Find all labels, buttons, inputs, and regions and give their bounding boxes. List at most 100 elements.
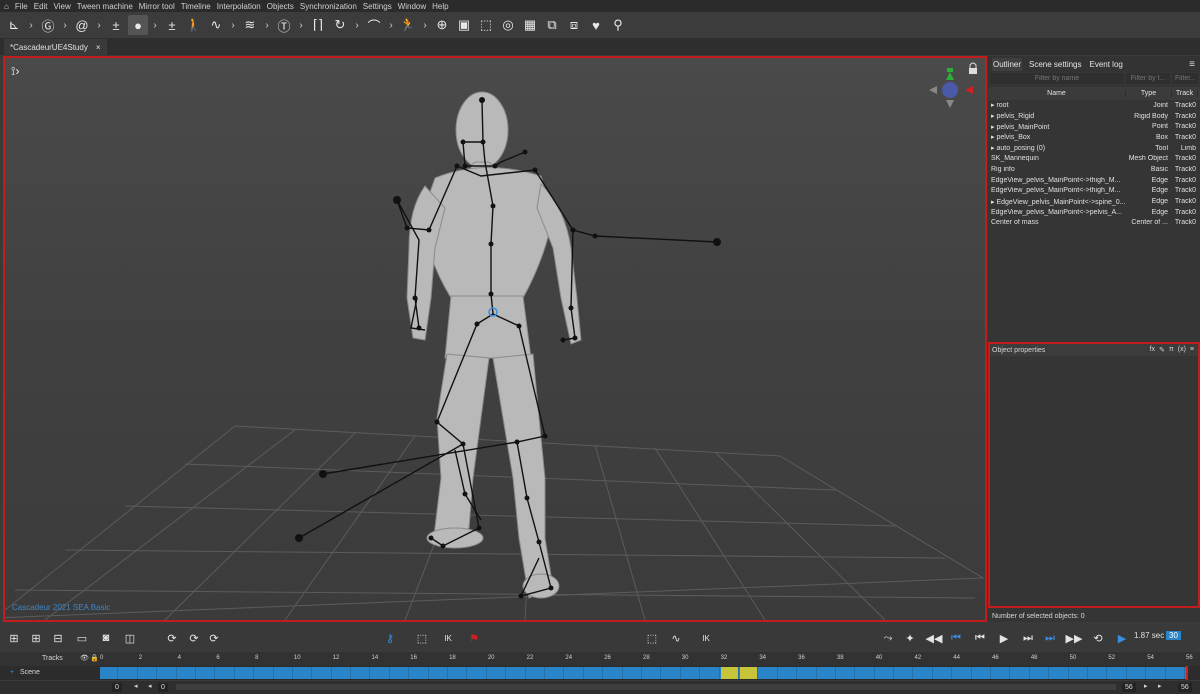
skeleton-mode-icon[interactable]: ⟟› bbox=[11, 64, 19, 79]
heart-shield-icon[interactable]: ♥ bbox=[586, 15, 606, 35]
outliner-row[interactable]: ▸ pelvis_MainPoint Point Track0 bbox=[988, 121, 1200, 132]
arc-tool-icon[interactable]: ⌒ bbox=[364, 15, 384, 35]
target-icon[interactable]: ⊕ bbox=[432, 15, 452, 35]
chevron-icon[interactable]: › bbox=[296, 15, 306, 35]
menu-file[interactable]: File bbox=[15, 2, 28, 11]
column-name[interactable]: Name bbox=[988, 90, 1126, 97]
next-frame-icon[interactable]: ⏭ bbox=[1020, 630, 1036, 646]
hamburger-icon[interactable]: ≡ bbox=[1189, 59, 1195, 70]
tab-event-log[interactable]: Event log bbox=[1089, 58, 1124, 71]
curve-tool-icon[interactable]: ∿ bbox=[206, 15, 226, 35]
key-icon[interactable]: ⚷ bbox=[382, 630, 398, 646]
chevron-icon[interactable]: › bbox=[150, 15, 160, 35]
menu-objects[interactable]: Objects bbox=[267, 2, 294, 11]
visibility-icon[interactable]: 👁 bbox=[80, 654, 89, 662]
filter-track-input[interactable] bbox=[1172, 73, 1198, 84]
plus-minus-icon[interactable]: ± bbox=[106, 15, 126, 35]
bracket-tool-icon[interactable]: ⌈⌉ bbox=[308, 15, 328, 35]
ik-button[interactable]: IK bbox=[440, 630, 456, 646]
close-icon[interactable]: × bbox=[96, 43, 101, 52]
variable-icon[interactable]: (x) bbox=[1178, 346, 1186, 354]
chevron-icon[interactable]: › bbox=[386, 15, 396, 35]
rotate-key2-icon[interactable]: ⟳ bbox=[186, 630, 202, 646]
app-logo-icon[interactable]: ⌂ bbox=[4, 2, 9, 11]
fast-forward-icon[interactable]: ▶▶ bbox=[1066, 630, 1083, 646]
menu-settings[interactable]: Settings bbox=[363, 2, 392, 11]
end-frame-field[interactable]: 56 bbox=[1122, 683, 1136, 692]
play-icon[interactable]: ▶ bbox=[996, 630, 1012, 646]
end-frame-field2[interactable]: 56 bbox=[1178, 683, 1192, 692]
scene-track-label[interactable]: Scene bbox=[20, 669, 40, 676]
menu-synchronization[interactable]: Synchronization bbox=[300, 2, 357, 11]
column-track[interactable]: Track bbox=[1172, 90, 1198, 97]
rewind-icon[interactable]: ◀◀ bbox=[926, 630, 943, 646]
start-frame-field[interactable]: 0 bbox=[112, 683, 122, 692]
wave-tool-icon[interactable]: ≋ bbox=[240, 15, 260, 35]
remove-layer-icon[interactable]: ⊟ bbox=[50, 630, 66, 646]
ik-button[interactable]: IK bbox=[698, 630, 714, 646]
menu-help[interactable]: Help bbox=[432, 2, 448, 11]
walk-icon[interactable]: 🚶 bbox=[184, 15, 204, 35]
chevron-icon[interactable]: › bbox=[26, 15, 36, 35]
paste-icon[interactable]: ⧈ bbox=[564, 15, 584, 35]
outliner-row[interactable]: ▸ EdgeView_pelvis_MainPoint<->spine_0...… bbox=[988, 196, 1200, 207]
text-tool-icon[interactable]: Ⓣ bbox=[274, 15, 294, 35]
edit-icon[interactable]: ✎ bbox=[1159, 346, 1165, 354]
prev-key-icon[interactable]: ⏮ bbox=[948, 630, 964, 646]
outliner-row[interactable]: SK_Mannequin Mesh Object Track0 bbox=[988, 153, 1200, 164]
chevron-icon[interactable]: › bbox=[94, 15, 104, 35]
filter-type-input[interactable] bbox=[1126, 73, 1170, 84]
chevron-icon[interactable]: › bbox=[262, 15, 272, 35]
outliner-row[interactable]: ▸ pelvis_Rigid Rigid Body Track0 bbox=[988, 111, 1200, 122]
outliner-row[interactable]: Center of mass Center of ... Track0 bbox=[988, 218, 1200, 229]
loop-tool-icon[interactable]: ↻ bbox=[330, 15, 350, 35]
outliner-row[interactable]: ▸ pelvis_Box Box Track0 bbox=[988, 132, 1200, 143]
outliner-row[interactable]: ▸ root Joint Track0 bbox=[988, 100, 1200, 111]
outliner-row[interactable]: Rig info Basic Track0 bbox=[988, 164, 1200, 175]
playhead[interactable] bbox=[1186, 666, 1188, 680]
spiral-tool-icon[interactable]: @ bbox=[72, 15, 92, 35]
menu-edit[interactable]: Edit bbox=[34, 2, 48, 11]
select-tool-icon[interactable]: ⊾ bbox=[4, 15, 24, 35]
plus-minus-icon[interactable]: ± bbox=[162, 15, 182, 35]
column-type[interactable]: Type bbox=[1126, 90, 1172, 97]
swirl-icon[interactable]: ◎ bbox=[498, 15, 518, 35]
filter-name-input[interactable] bbox=[990, 73, 1124, 84]
camera-icon[interactable]: ◙ bbox=[98, 630, 114, 646]
tab-outliner[interactable]: Outliner bbox=[992, 57, 1023, 71]
3d-viewport[interactable]: ⟟› Cascadeur 2021 SEA Basic bbox=[3, 56, 987, 622]
menu-window[interactable]: Window bbox=[398, 2, 426, 11]
grid-icon[interactable]: ▦ bbox=[520, 15, 540, 35]
add-scene-icon[interactable]: ⊞ bbox=[6, 630, 22, 646]
menu-timeline[interactable]: Timeline bbox=[181, 2, 211, 11]
dot-tool-icon[interactable]: ● bbox=[128, 15, 148, 35]
rotate-key-icon[interactable]: ⟳ bbox=[164, 630, 180, 646]
menu-interpolation[interactable]: Interpolation bbox=[217, 2, 261, 11]
fx-icon[interactable]: fx bbox=[1150, 346, 1155, 354]
flag-icon[interactable]: ⚑ bbox=[466, 630, 482, 646]
chevron-icon[interactable]: › bbox=[228, 15, 238, 35]
auto-key-icon[interactable]: ⤳ bbox=[880, 630, 896, 646]
box-icon[interactable]: ▭ bbox=[74, 630, 90, 646]
expand-icon[interactable]: + bbox=[10, 669, 14, 676]
copy-icon[interactable]: ⧉ bbox=[542, 15, 562, 35]
step-back-icon[interactable]: ◂ bbox=[134, 682, 138, 690]
pi-icon[interactable]: π bbox=[1169, 346, 1174, 354]
pose-icon[interactable]: ⚲ bbox=[608, 15, 628, 35]
split-icon[interactable]: ◫ bbox=[122, 630, 138, 646]
next-key-icon[interactable]: ⏭ bbox=[1042, 630, 1058, 646]
range-slider[interactable] bbox=[176, 684, 1116, 690]
chevron-icon[interactable]: › bbox=[60, 15, 70, 35]
add-layer-icon[interactable]: ⊞ bbox=[28, 630, 44, 646]
step-back2-icon[interactable]: ◂ bbox=[148, 682, 152, 690]
fit-icon[interactable]: ⬚ bbox=[644, 630, 660, 646]
fps-badge[interactable]: 30 bbox=[1166, 631, 1181, 640]
interpolation-icon[interactable]: ∿ bbox=[668, 630, 684, 646]
camera-icon[interactable]: ▣ bbox=[454, 15, 474, 35]
rotate-key3-icon[interactable]: ⟳ bbox=[206, 630, 222, 646]
outliner-row[interactable]: ▸ auto_posing (0) Tool Limb bbox=[988, 143, 1200, 154]
scene-track-bar[interactable] bbox=[100, 667, 1186, 679]
menu-view[interactable]: View bbox=[54, 2, 71, 11]
document-tab[interactable]: *CascadeurUE4Study × bbox=[4, 39, 107, 55]
menu-mirror-tool[interactable]: Mirror tool bbox=[139, 2, 175, 11]
